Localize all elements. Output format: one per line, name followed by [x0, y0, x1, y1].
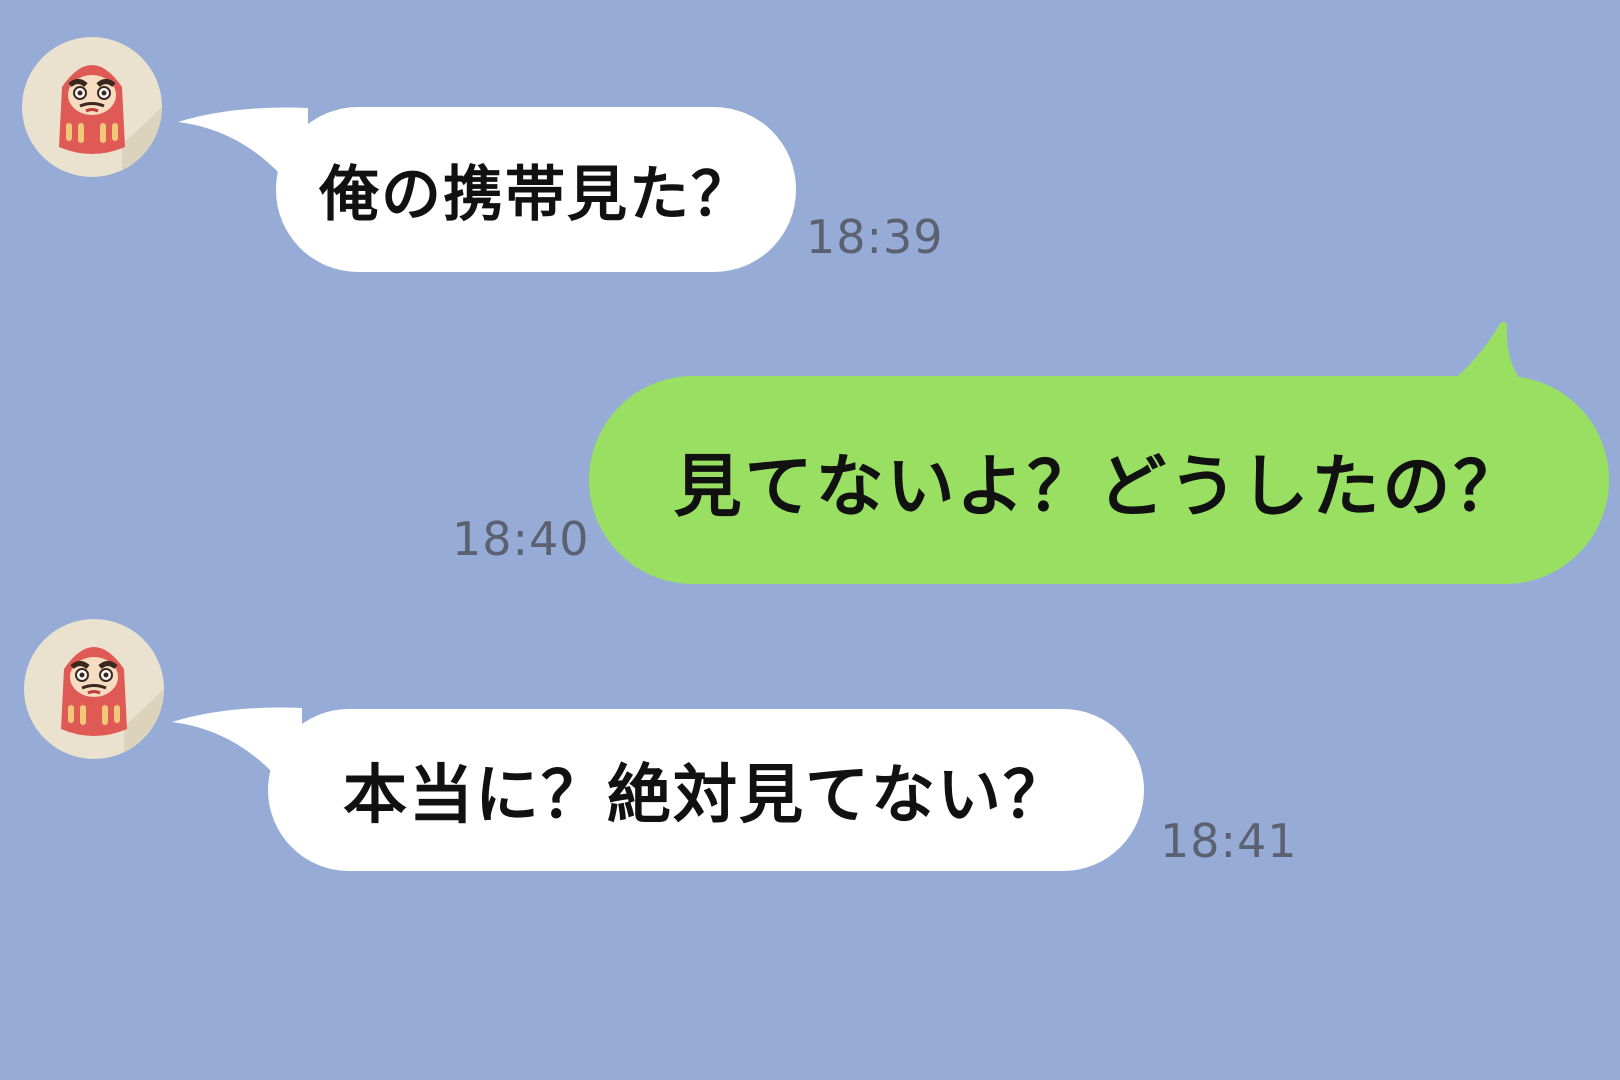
message-timestamp: 18:41: [1160, 814, 1298, 868]
message-text: 俺の携帯見た？: [319, 160, 753, 230]
incoming-message-bubble[interactable]: 俺の携帯見た？: [276, 107, 796, 272]
message-text: 見てないよ？どうしたの？: [673, 447, 1525, 527]
contact-avatar[interactable]: [22, 37, 162, 177]
message-timestamp: 18:40: [452, 512, 590, 566]
outgoing-message-bubble[interactable]: 見てないよ？どうしたの？: [589, 376, 1609, 584]
message-text: 本当に？絶対見てない？: [343, 759, 1069, 833]
daruma-icon: [22, 37, 162, 177]
daruma-icon: [24, 619, 164, 759]
incoming-message-bubble[interactable]: 本当に？絶対見てない？: [268, 709, 1144, 871]
chat-background: 俺の携帯見た？ 18:39 見てないよ？どうしたの？ 18:40 本当に？絶対見…: [0, 0, 1620, 1080]
contact-avatar[interactable]: [24, 619, 164, 759]
message-timestamp: 18:39: [806, 210, 944, 264]
